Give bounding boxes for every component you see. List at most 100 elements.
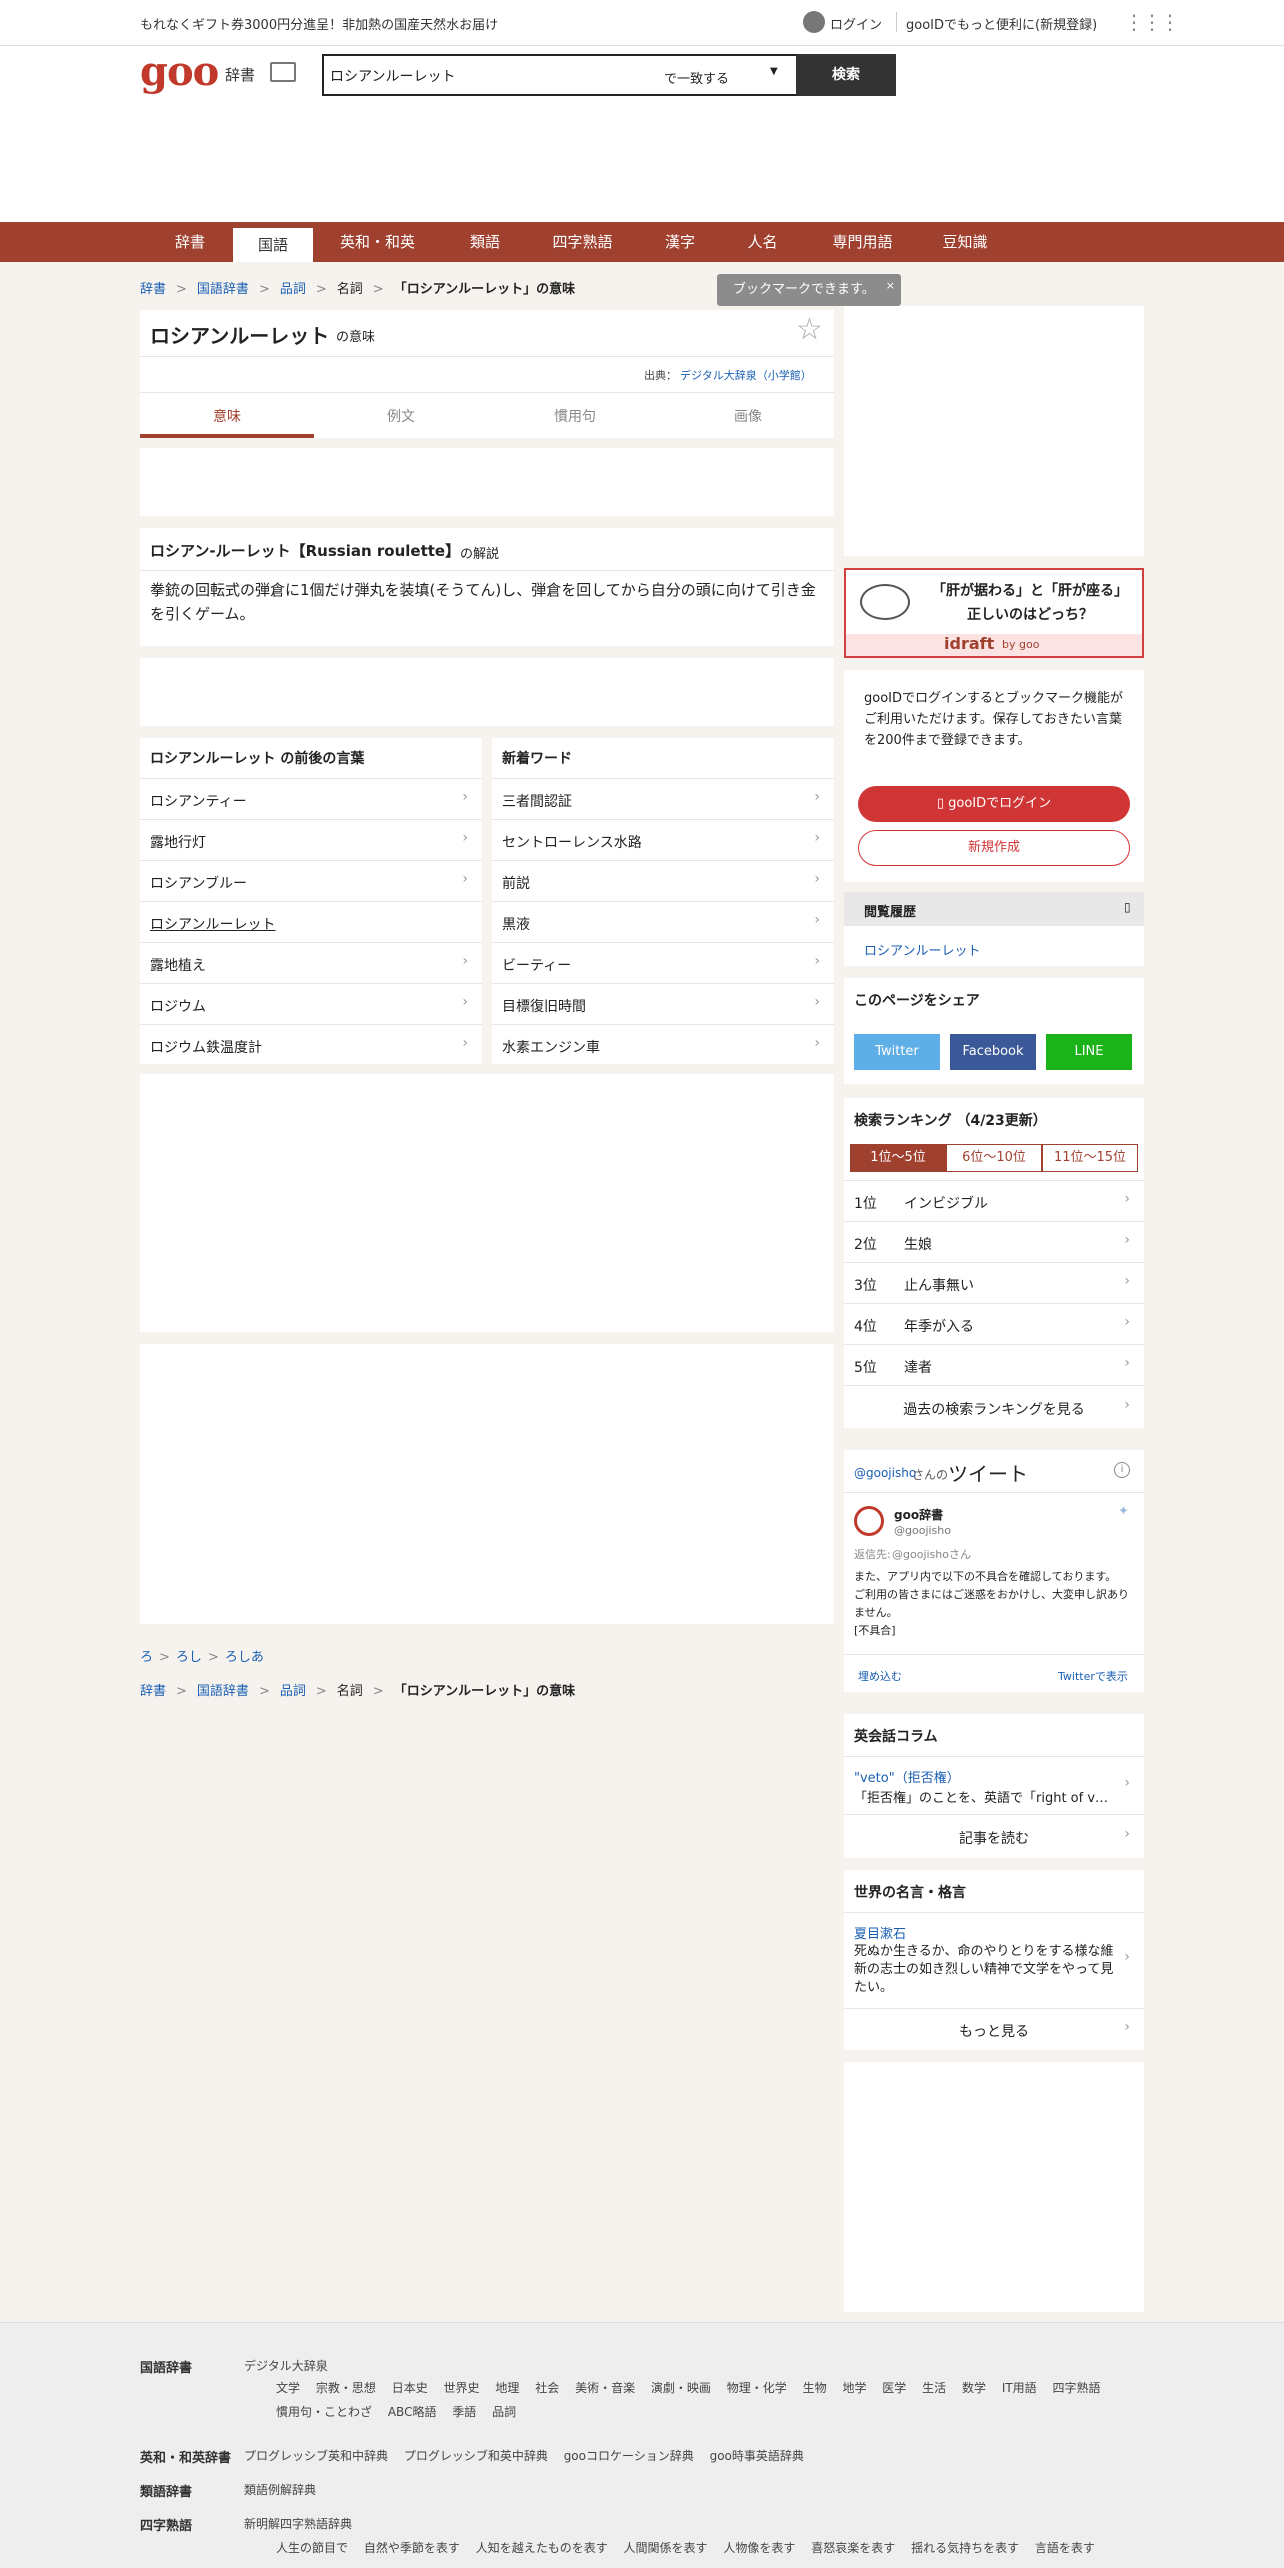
ranking-item[interactable]: 2位 生娘 ›: [844, 1221, 1144, 1262]
list-item[interactable]: 前説 ›: [492, 860, 834, 901]
footer-link[interactable]: 言語を表す: [1035, 2541, 1095, 2555]
register-link[interactable]: gooIDでもっと便利に(新規登録): [906, 14, 1097, 33]
star-bookmark-icon[interactable]: ☆: [796, 312, 823, 347]
goo-logo[interactable]: goo: [140, 48, 219, 95]
nav-item-kanji[interactable]: 漢字: [640, 222, 720, 262]
footer-link[interactable]: 文学: [276, 2381, 300, 2395]
nav-item-senmon[interactable]: 専門用語: [815, 222, 910, 262]
source-link[interactable]: デジタル大辞泉（小学館）: [680, 367, 812, 383]
ranking-item[interactable]: 5位 達者 ›: [844, 1344, 1144, 1385]
register-button[interactable]: 新規作成: [858, 830, 1130, 866]
close-icon[interactable]: ×: [886, 270, 895, 302]
nav-item-ruigo[interactable]: 類語: [440, 222, 530, 262]
list-item[interactable]: ビーティー ›: [492, 942, 834, 983]
facebook-share-button[interactable]: Facebook: [950, 1034, 1036, 1070]
list-item[interactable]: 三者間認証 ›: [492, 778, 834, 819]
list-item[interactable]: 露地行灯 ›: [140, 819, 482, 860]
footer-link[interactable]: IT用語: [1002, 2381, 1037, 2395]
column-article[interactable]: "veto"（拒否権） 「拒否権」のことを、英語で「right of v… ›: [844, 1756, 1144, 1814]
nav-item-mamechishiki[interactable]: 豆知識: [920, 222, 1010, 262]
ranking-tab-6-10[interactable]: 6位～10位: [946, 1144, 1042, 1172]
list-item[interactable]: 目標復旧時間 ›: [492, 983, 834, 1024]
tweet-view-link[interactable]: Twitterで表示: [1058, 1668, 1128, 1684]
breadcrumb-link[interactable]: 辞書: [140, 282, 166, 297]
quotes-more-link[interactable]: もっと見る ›: [844, 2008, 1144, 2050]
footer-link[interactable]: 演劇・映画: [651, 2381, 711, 2395]
footer-link[interactable]: 社会: [535, 2381, 559, 2395]
breadcrumb-link[interactable]: 国語辞書: [197, 282, 249, 297]
gooid-login-button[interactable]: ▯ gooIDでログイン: [858, 786, 1130, 822]
footer-link[interactable]: 自然や季節を表す: [364, 2541, 460, 2555]
tweet-embed-link[interactable]: 埋め込む: [858, 1668, 902, 1684]
footer-link[interactable]: 美術・音楽: [575, 2381, 635, 2395]
footer-link[interactable]: プログレッシブ英和中辞典: [244, 2449, 388, 2463]
footer-link[interactable]: 季語: [452, 2405, 476, 2419]
footer-link[interactable]: ABC略語: [388, 2405, 437, 2419]
history-item[interactable]: ロシアンルーレット: [864, 940, 980, 959]
footer-link[interactable]: 喜怒哀楽を表す: [811, 2541, 895, 2555]
nav-item-jisho[interactable]: 辞書: [150, 222, 230, 262]
ranking-item[interactable]: 1位 インビジブル ›: [844, 1180, 1144, 1221]
breadcrumb-link[interactable]: 品詞: [280, 282, 306, 297]
footer-link[interactable]: 人生の節目で: [276, 2541, 348, 2555]
footer-link[interactable]: gooコロケーション辞典: [564, 2449, 694, 2463]
breadcrumb-link[interactable]: 辞書: [140, 1684, 166, 1699]
ranking-item[interactable]: 4位 年季が入る ›: [844, 1303, 1144, 1344]
column-more-link[interactable]: 記事を読む ›: [844, 1814, 1144, 1858]
footer-link[interactable]: 地理: [495, 2381, 519, 2395]
kana-link[interactable]: ろ: [140, 1650, 153, 1665]
list-item[interactable]: ロジウム鉄温度計 ›: [140, 1024, 482, 1064]
nav-item-kokugo[interactable]: 国語: [233, 228, 313, 262]
footer-link[interactable]: 生物: [803, 2381, 827, 2395]
footer-link[interactable]: 生活: [922, 2381, 946, 2395]
list-item[interactable]: ロシアンブルー ›: [140, 860, 482, 901]
tweet-handle-link[interactable]: @goojisho: [854, 1466, 916, 1480]
footer-link[interactable]: 物理・化学: [727, 2381, 787, 2395]
footer-link[interactable]: 世界史: [444, 2381, 480, 2395]
list-item[interactable]: ロジウム ›: [140, 983, 482, 1024]
info-icon[interactable]: i: [1114, 1462, 1130, 1478]
search-button[interactable]: 検索: [796, 54, 896, 96]
list-item[interactable]: ロシアンティー ›: [140, 778, 482, 819]
twitter-bird-icon[interactable]: ✦: [1118, 1504, 1129, 1519]
footer-link[interactable]: 地学: [842, 2381, 866, 2395]
list-item[interactable]: 水素エンジン車 ›: [492, 1024, 834, 1064]
idraft-ad-banner[interactable]: 「肝が据わる」と「肝が座る」 正しいのはどっち？ idraft by goo: [844, 568, 1144, 658]
twitter-share-button[interactable]: Twitter: [854, 1034, 940, 1070]
nav-item-yoji[interactable]: 四字熟語: [535, 222, 630, 262]
list-item[interactable]: 黒液 ›: [492, 901, 834, 942]
tweet-account-id[interactable]: @goojisho: [894, 1524, 951, 1537]
ranking-tab-1-5[interactable]: 1位～5位: [850, 1144, 946, 1172]
footer-link[interactable]: 揺れる気持ちを表す: [911, 2541, 1019, 2555]
search-input[interactable]: ロシアンルーレット: [330, 66, 455, 86]
footer-link[interactable]: 宗教・思想: [316, 2381, 376, 2395]
footer-link[interactable]: 類語例解辞典: [244, 2481, 316, 2498]
tab-imi[interactable]: 意味: [140, 406, 314, 426]
list-item[interactable]: セントローレンス水路 ›: [492, 819, 834, 860]
promo-link[interactable]: もれなくギフト券3000円分進呈！非加熱の国産天然水お届け: [140, 14, 498, 33]
match-mode-select[interactable]: で一致する: [664, 68, 729, 87]
avatar[interactable]: [854, 1506, 884, 1536]
list-item[interactable]: 露地植え ›: [140, 942, 482, 983]
footer-link[interactable]: 数学: [962, 2381, 986, 2395]
apps-grid-icon[interactable]: ⋮⋮⋮: [1124, 10, 1180, 34]
footer-link[interactable]: 新明解四字熟語辞典: [244, 2515, 352, 2532]
breadcrumb-link[interactable]: 国語辞書: [197, 1684, 249, 1699]
tab-reibun[interactable]: 例文: [314, 406, 488, 426]
footer-link[interactable]: 四字熟語: [1053, 2381, 1101, 2395]
login-link[interactable]: ログイン: [830, 14, 882, 33]
footer-link[interactable]: デジタル大辞泉: [244, 2357, 328, 2374]
footer-link[interactable]: 人物像を表す: [723, 2541, 795, 2555]
footer-link[interactable]: goo時事英語辞典: [710, 2449, 804, 2463]
quote-item[interactable]: 夏目漱石 死ぬか生きるか、命のやりとりをする様な維新の志士の如き烈しい精神で文学…: [844, 1912, 1144, 2008]
kana-link[interactable]: ろしあ: [225, 1650, 264, 1665]
collapse-icon[interactable]: ▯: [1124, 900, 1131, 914]
footer-link[interactable]: 日本史: [392, 2381, 428, 2395]
tweet-reply-to[interactable]: @goojishoさん: [892, 1546, 971, 1562]
nav-item-jinmei[interactable]: 人名: [720, 222, 805, 262]
line-share-button[interactable]: LINE: [1046, 1034, 1132, 1070]
footer-link[interactable]: 医学: [882, 2381, 906, 2395]
tab-gazou[interactable]: 画像: [662, 406, 834, 426]
nav-item-eiwa[interactable]: 英和・和英: [320, 222, 435, 262]
footer-link[interactable]: 人間関係を表す: [624, 2541, 708, 2555]
